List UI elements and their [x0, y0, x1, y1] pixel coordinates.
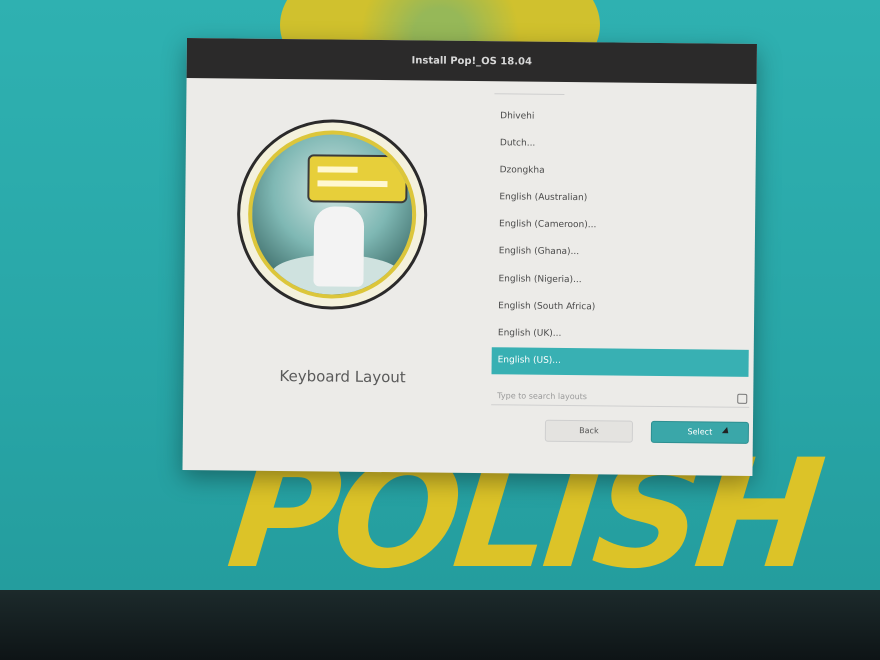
- layout-list-item[interactable]: English (Australian): [493, 184, 753, 214]
- layout-list-item-selected[interactable]: English (US)...: [491, 347, 749, 377]
- installer-window: Install Pop!_OS 18.04 Keyboard Layout Dh…: [182, 38, 757, 476]
- select-button[interactable]: Select: [650, 420, 750, 444]
- keyboard-layout-illustration: [236, 118, 429, 311]
- page-title: Keyboard Layout: [279, 366, 406, 387]
- layout-list[interactable]: Dhivehi Dutch... Dzongkha English (Austr…: [491, 103, 754, 377]
- search-placeholder: Type to search layouts: [497, 391, 588, 402]
- layout-list-item[interactable]: English (Ghana)...: [493, 239, 753, 269]
- illustration-ring: [247, 129, 418, 300]
- list-divider: [494, 93, 565, 95]
- monitor-bezel: [0, 590, 880, 660]
- layout-list-item[interactable]: Dutch...: [494, 130, 754, 160]
- keyboard-icon[interactable]: [737, 393, 748, 404]
- layout-list-item[interactable]: English (Nigeria)...: [492, 266, 752, 296]
- back-button[interactable]: Back: [544, 419, 634, 443]
- window-title: Install Pop!_OS 18.04: [411, 54, 533, 68]
- layout-list-item[interactable]: English (South Africa): [492, 293, 752, 323]
- window-titlebar: Install Pop!_OS 18.04: [186, 38, 757, 84]
- illustration-screen: [307, 154, 408, 204]
- layout-list-item[interactable]: English (Cameroon)...: [493, 212, 753, 242]
- layout-list-item[interactable]: Dzongkha: [493, 157, 753, 187]
- layout-search-input[interactable]: Type to search layouts: [491, 387, 750, 408]
- layout-list-item[interactable]: English (UK)...: [492, 320, 752, 350]
- layout-list-item[interactable]: Dhivehi: [494, 103, 754, 133]
- illustration-person: [313, 206, 365, 287]
